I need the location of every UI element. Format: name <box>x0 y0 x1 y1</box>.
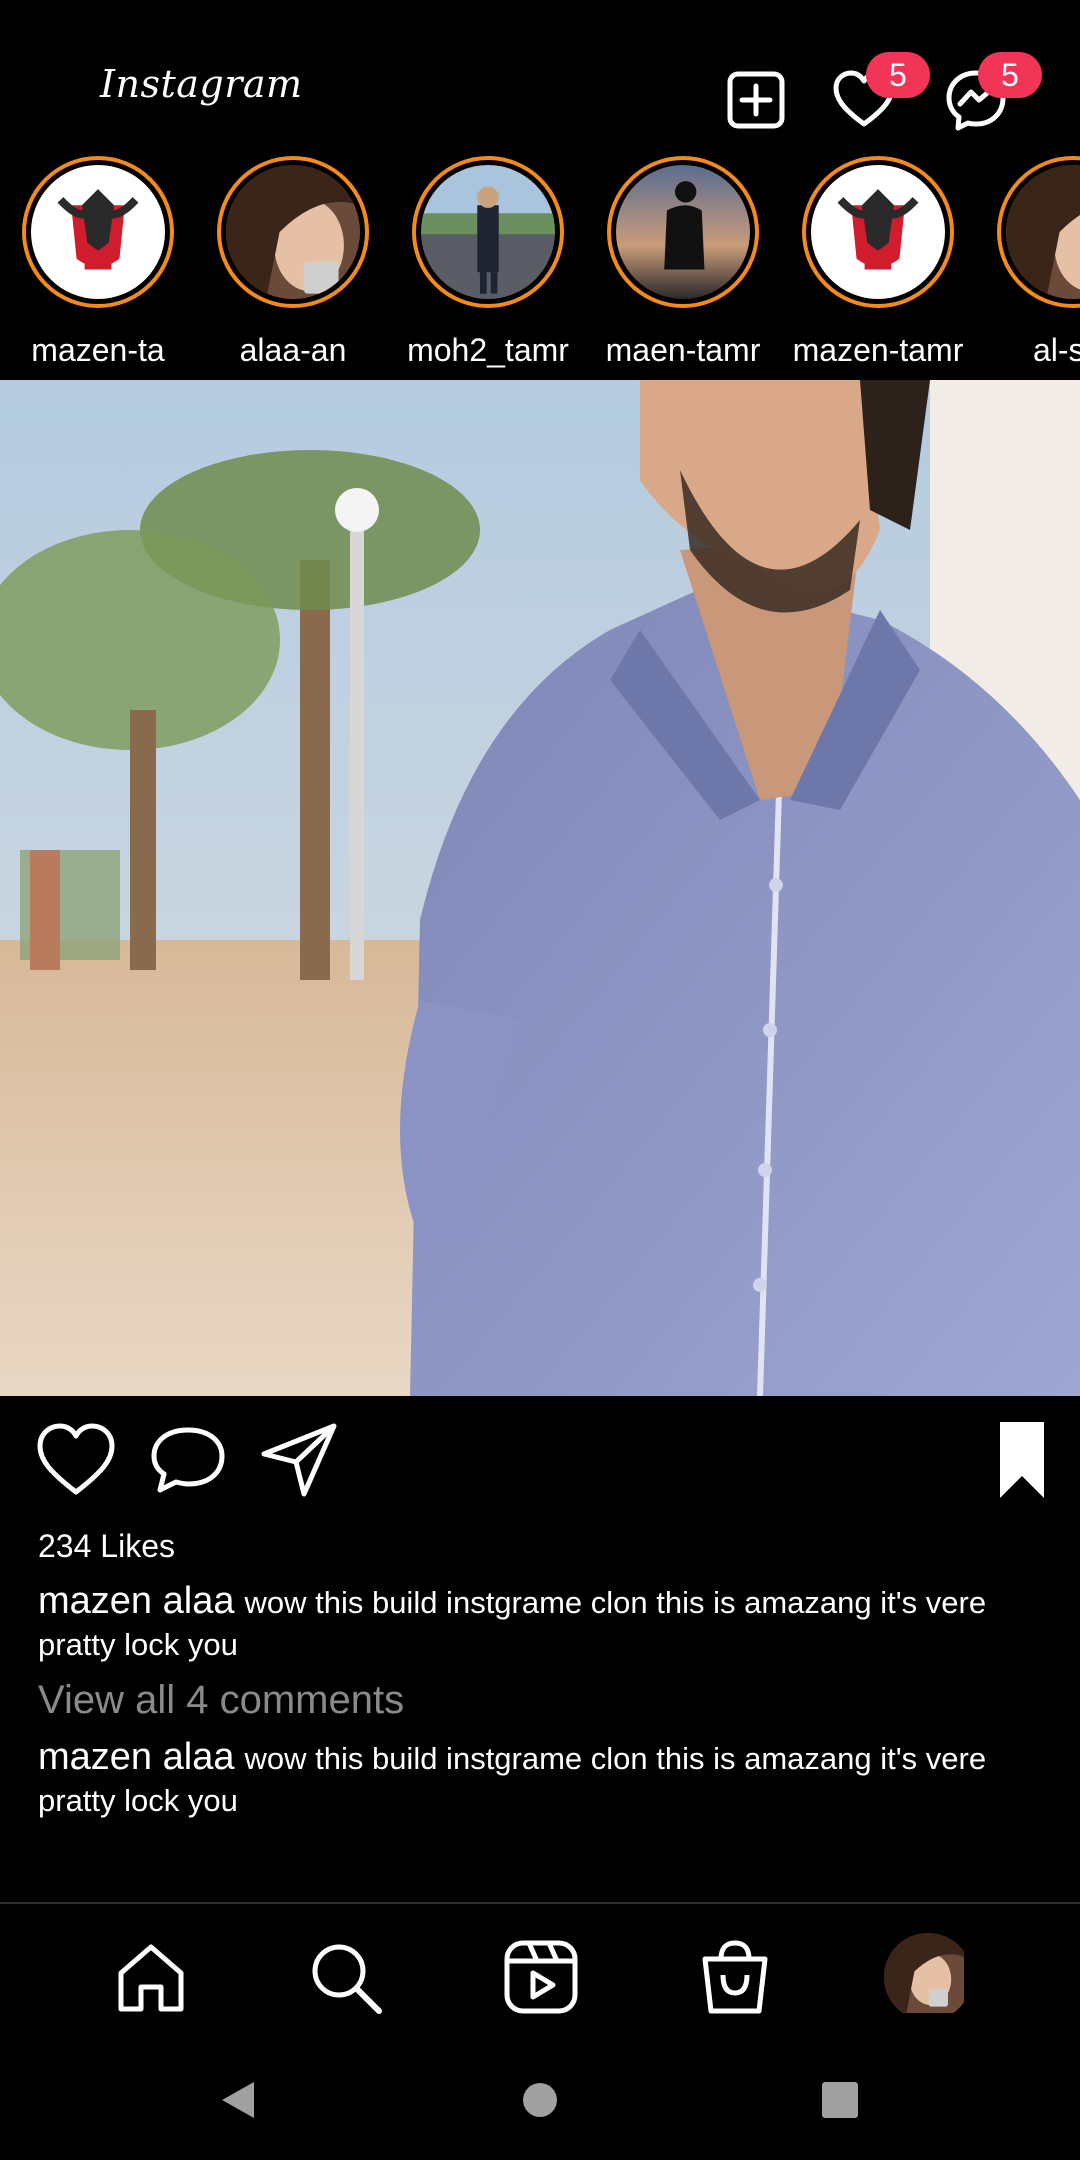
story-ring <box>22 156 174 308</box>
story-ring <box>217 156 369 308</box>
bookmark-icon <box>1000 1422 1044 1498</box>
notifications-badge: 5 <box>866 52 930 98</box>
story-avatar-emblem <box>31 165 165 299</box>
caption-username[interactable]: mazen alaa <box>38 1580 234 1622</box>
recents-icon <box>822 2082 858 2118</box>
story-avatar-portrait <box>1006 165 1080 299</box>
shop-icon <box>702 1940 768 2014</box>
story-ring <box>802 156 954 308</box>
search-icon <box>312 1944 382 2014</box>
story-item[interactable]: moh2_tamr <box>393 156 583 369</box>
story-avatar-man-suit <box>421 165 555 299</box>
bookmark-button[interactable] <box>980 1420 1064 1500</box>
instagram-logo[interactable]: Instagram <box>100 62 303 106</box>
messages-button[interactable]: 5 <box>944 52 1042 132</box>
comment-username[interactable]: mazen alaa <box>38 1736 234 1778</box>
top-bar: Instagram 5 5 <box>0 0 1080 150</box>
add-post-icon <box>727 71 785 129</box>
system-recents-button[interactable] <box>816 2076 864 2124</box>
likes-count[interactable]: 234 Likes <box>38 1528 175 1565</box>
story-avatar-emblem <box>811 165 945 299</box>
story-username: al-sar <box>1032 332 1080 368</box>
story-username: mazen-ta <box>31 332 165 368</box>
story-item[interactable]: mazen-tamr <box>783 156 973 369</box>
story-ring <box>997 156 1080 308</box>
comment-button[interactable] <box>146 1420 230 1500</box>
share-icon <box>261 1423 337 1497</box>
notifications-button[interactable]: 5 <box>832 52 930 132</box>
post-actions <box>0 1420 1080 1500</box>
story-avatar-silhouette <box>616 165 750 299</box>
profile-avatar <box>884 1933 972 2021</box>
like-icon <box>37 1423 115 1495</box>
post-caption: mazen alaa wow this build instgrame clon … <box>38 1580 1048 1666</box>
story-username: maen-tamr <box>605 332 761 368</box>
back-icon <box>222 2082 254 2118</box>
comment-icon <box>151 1427 225 1493</box>
story-item[interactable]: maen-tamr <box>588 156 778 369</box>
story-username: alaa-an <box>239 332 347 368</box>
home-icon <box>118 1944 184 2012</box>
bottom-nav <box>0 1904 1080 2034</box>
story-username: mazen-tamr <box>792 332 964 368</box>
system-nav-bar <box>0 2060 1080 2140</box>
story-item[interactable]: mazen-ta <box>3 156 193 369</box>
nav-search[interactable] <box>300 1932 390 2022</box>
view-comments-link[interactable]: View all 4 comments <box>38 1678 404 1723</box>
story-ring <box>607 156 759 308</box>
post-photo[interactable] <box>0 380 1080 1396</box>
nav-shop[interactable] <box>690 1932 780 2022</box>
nav-reels[interactable] <box>496 1932 586 2022</box>
story-item[interactable]: al-sar <box>978 156 1080 369</box>
reels-icon <box>504 1940 578 2014</box>
system-back-button[interactable] <box>214 2076 262 2124</box>
home-circle-icon <box>523 2083 557 2117</box>
story-username: moh2_tamr <box>407 332 569 368</box>
like-button[interactable] <box>34 1420 118 1500</box>
story-avatar-portrait <box>226 165 360 299</box>
stories-row: mazen-ta alaa-an moh2_tamr maen-tamr maz… <box>0 150 1080 380</box>
add-post-button[interactable] <box>724 68 788 132</box>
post-comment: mazen alaa wow this build instgrame clon … <box>38 1736 1048 1822</box>
system-home-button[interactable] <box>516 2076 564 2124</box>
messages-badge: 5 <box>978 52 1042 98</box>
share-button[interactable] <box>258 1420 342 1500</box>
nav-home[interactable] <box>106 1932 196 2022</box>
story-item[interactable]: alaa-an <box>198 156 388 369</box>
nav-profile[interactable] <box>883 1932 973 2022</box>
story-ring <box>412 156 564 308</box>
